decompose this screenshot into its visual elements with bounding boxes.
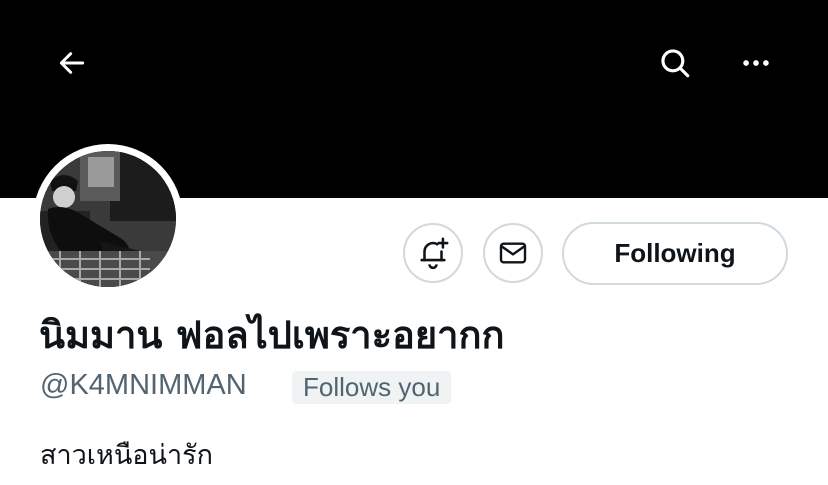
- follows-you-badge: Follows you: [292, 371, 452, 404]
- more-options-button[interactable]: [734, 41, 778, 85]
- avatar-image: [40, 151, 176, 287]
- search-icon: [661, 49, 690, 78]
- avatar[interactable]: [33, 144, 183, 294]
- display-name: นิมมาน ฟอลไปเพราะอยากก: [39, 313, 505, 357]
- following-button[interactable]: Following: [562, 222, 788, 285]
- profile-bio: สาวเหนือน่ารัก: [40, 440, 213, 471]
- back-button[interactable]: [50, 41, 94, 85]
- arrow-left-icon: [59, 52, 85, 74]
- envelope-icon: [499, 242, 527, 264]
- search-button[interactable]: [653, 41, 697, 85]
- message-button[interactable]: [483, 223, 543, 283]
- more-horizontal-icon: [743, 60, 769, 66]
- username-handle: @K4MNIMMAN: [40, 369, 247, 401]
- notifications-button[interactable]: [403, 223, 463, 283]
- bell-plus-icon: [420, 237, 449, 270]
